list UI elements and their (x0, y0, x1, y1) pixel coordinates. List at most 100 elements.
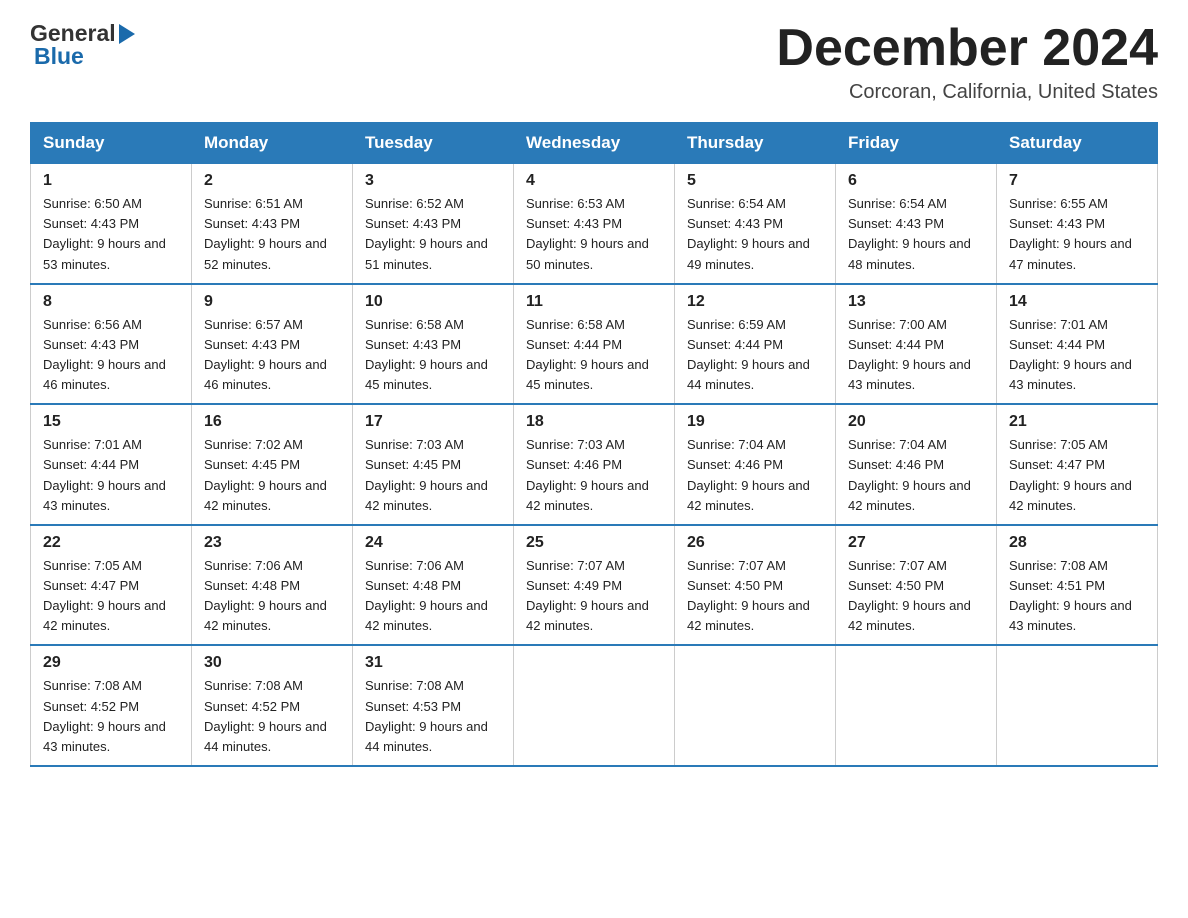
calendar-week-row: 8 Sunrise: 6:56 AMSunset: 4:43 PMDayligh… (31, 284, 1158, 405)
day-info: Sunrise: 7:04 AMSunset: 4:46 PMDaylight:… (687, 435, 823, 516)
day-number: 7 (1009, 172, 1145, 190)
table-row: 8 Sunrise: 6:56 AMSunset: 4:43 PMDayligh… (31, 284, 192, 405)
day-number: 22 (43, 534, 179, 552)
day-info: Sunrise: 7:06 AMSunset: 4:48 PMDaylight:… (365, 556, 501, 637)
table-row: 7 Sunrise: 6:55 AMSunset: 4:43 PMDayligh… (997, 164, 1158, 284)
table-row: 1 Sunrise: 6:50 AMSunset: 4:43 PMDayligh… (31, 164, 192, 284)
table-row: 10 Sunrise: 6:58 AMSunset: 4:43 PMDaylig… (353, 284, 514, 405)
day-info: Sunrise: 7:03 AMSunset: 4:45 PMDaylight:… (365, 435, 501, 516)
day-number: 29 (43, 654, 179, 672)
day-number: 27 (848, 534, 984, 552)
table-row: 24 Sunrise: 7:06 AMSunset: 4:48 PMDaylig… (353, 525, 514, 646)
page-header: General Blue December 2024 Corcoran, Cal… (30, 20, 1158, 104)
day-info: Sunrise: 6:51 AMSunset: 4:43 PMDaylight:… (204, 194, 340, 275)
day-info: Sunrise: 7:08 AMSunset: 4:52 PMDaylight:… (204, 676, 340, 757)
day-number: 26 (687, 534, 823, 552)
month-title: December 2024 (776, 20, 1158, 77)
day-info: Sunrise: 7:03 AMSunset: 4:46 PMDaylight:… (526, 435, 662, 516)
day-number: 13 (848, 293, 984, 311)
table-row: 15 Sunrise: 7:01 AMSunset: 4:44 PMDaylig… (31, 404, 192, 525)
day-number: 4 (526, 172, 662, 190)
day-info: Sunrise: 6:56 AMSunset: 4:43 PMDaylight:… (43, 315, 179, 396)
table-row: 30 Sunrise: 7:08 AMSunset: 4:52 PMDaylig… (192, 645, 353, 766)
day-info: Sunrise: 6:53 AMSunset: 4:43 PMDaylight:… (526, 194, 662, 275)
day-info: Sunrise: 6:59 AMSunset: 4:44 PMDaylight:… (687, 315, 823, 396)
day-info: Sunrise: 7:04 AMSunset: 4:46 PMDaylight:… (848, 435, 984, 516)
day-number: 8 (43, 293, 179, 311)
calendar-week-row: 1 Sunrise: 6:50 AMSunset: 4:43 PMDayligh… (31, 164, 1158, 284)
col-tuesday: Tuesday (353, 123, 514, 164)
table-row: 31 Sunrise: 7:08 AMSunset: 4:53 PMDaylig… (353, 645, 514, 766)
day-number: 23 (204, 534, 340, 552)
table-row: 26 Sunrise: 7:07 AMSunset: 4:50 PMDaylig… (675, 525, 836, 646)
table-row (675, 645, 836, 766)
day-number: 14 (1009, 293, 1145, 311)
table-row: 18 Sunrise: 7:03 AMSunset: 4:46 PMDaylig… (514, 404, 675, 525)
day-number: 18 (526, 413, 662, 431)
table-row: 3 Sunrise: 6:52 AMSunset: 4:43 PMDayligh… (353, 164, 514, 284)
day-info: Sunrise: 7:05 AMSunset: 4:47 PMDaylight:… (43, 556, 179, 637)
table-row: 22 Sunrise: 7:05 AMSunset: 4:47 PMDaylig… (31, 525, 192, 646)
day-number: 1 (43, 172, 179, 190)
col-sunday: Sunday (31, 123, 192, 164)
table-row: 13 Sunrise: 7:00 AMSunset: 4:44 PMDaylig… (836, 284, 997, 405)
calendar-header-row: Sunday Monday Tuesday Wednesday Thursday… (31, 123, 1158, 164)
day-info: Sunrise: 6:55 AMSunset: 4:43 PMDaylight:… (1009, 194, 1145, 275)
logo[interactable]: General Blue (30, 20, 135, 70)
day-info: Sunrise: 6:52 AMSunset: 4:43 PMDaylight:… (365, 194, 501, 275)
day-number: 5 (687, 172, 823, 190)
col-friday: Friday (836, 123, 997, 164)
day-info: Sunrise: 7:07 AMSunset: 4:50 PMDaylight:… (848, 556, 984, 637)
day-number: 20 (848, 413, 984, 431)
table-row: 25 Sunrise: 7:07 AMSunset: 4:49 PMDaylig… (514, 525, 675, 646)
day-number: 16 (204, 413, 340, 431)
day-info: Sunrise: 7:08 AMSunset: 4:52 PMDaylight:… (43, 676, 179, 757)
title-block: December 2024 Corcoran, California, Unit… (776, 20, 1158, 104)
logo-arrow-icon (119, 24, 135, 44)
day-number: 25 (526, 534, 662, 552)
table-row: 9 Sunrise: 6:57 AMSunset: 4:43 PMDayligh… (192, 284, 353, 405)
day-number: 21 (1009, 413, 1145, 431)
table-row: 2 Sunrise: 6:51 AMSunset: 4:43 PMDayligh… (192, 164, 353, 284)
calendar-week-row: 29 Sunrise: 7:08 AMSunset: 4:52 PMDaylig… (31, 645, 1158, 766)
calendar-week-row: 15 Sunrise: 7:01 AMSunset: 4:44 PMDaylig… (31, 404, 1158, 525)
day-number: 17 (365, 413, 501, 431)
col-wednesday: Wednesday (514, 123, 675, 164)
day-number: 9 (204, 293, 340, 311)
day-number: 28 (1009, 534, 1145, 552)
day-info: Sunrise: 6:50 AMSunset: 4:43 PMDaylight:… (43, 194, 179, 275)
day-info: Sunrise: 7:07 AMSunset: 4:49 PMDaylight:… (526, 556, 662, 637)
col-thursday: Thursday (675, 123, 836, 164)
calendar-table: Sunday Monday Tuesday Wednesday Thursday… (30, 122, 1158, 767)
table-row (997, 645, 1158, 766)
day-number: 6 (848, 172, 984, 190)
table-row: 17 Sunrise: 7:03 AMSunset: 4:45 PMDaylig… (353, 404, 514, 525)
day-number: 24 (365, 534, 501, 552)
table-row: 5 Sunrise: 6:54 AMSunset: 4:43 PMDayligh… (675, 164, 836, 284)
table-row: 4 Sunrise: 6:53 AMSunset: 4:43 PMDayligh… (514, 164, 675, 284)
table-row (514, 645, 675, 766)
table-row: 20 Sunrise: 7:04 AMSunset: 4:46 PMDaylig… (836, 404, 997, 525)
day-info: Sunrise: 6:57 AMSunset: 4:43 PMDaylight:… (204, 315, 340, 396)
day-number: 19 (687, 413, 823, 431)
table-row: 11 Sunrise: 6:58 AMSunset: 4:44 PMDaylig… (514, 284, 675, 405)
table-row: 27 Sunrise: 7:07 AMSunset: 4:50 PMDaylig… (836, 525, 997, 646)
day-info: Sunrise: 7:02 AMSunset: 4:45 PMDaylight:… (204, 435, 340, 516)
table-row: 12 Sunrise: 6:59 AMSunset: 4:44 PMDaylig… (675, 284, 836, 405)
day-number: 15 (43, 413, 179, 431)
table-row: 23 Sunrise: 7:06 AMSunset: 4:48 PMDaylig… (192, 525, 353, 646)
col-saturday: Saturday (997, 123, 1158, 164)
day-number: 2 (204, 172, 340, 190)
table-row: 28 Sunrise: 7:08 AMSunset: 4:51 PMDaylig… (997, 525, 1158, 646)
day-number: 12 (687, 293, 823, 311)
day-info: Sunrise: 7:00 AMSunset: 4:44 PMDaylight:… (848, 315, 984, 396)
day-info: Sunrise: 7:05 AMSunset: 4:47 PMDaylight:… (1009, 435, 1145, 516)
table-row: 19 Sunrise: 7:04 AMSunset: 4:46 PMDaylig… (675, 404, 836, 525)
day-info: Sunrise: 7:08 AMSunset: 4:53 PMDaylight:… (365, 676, 501, 757)
col-monday: Monday (192, 123, 353, 164)
day-number: 30 (204, 654, 340, 672)
day-number: 3 (365, 172, 501, 190)
logo-blue-text: Blue (32, 43, 84, 70)
table-row: 14 Sunrise: 7:01 AMSunset: 4:44 PMDaylig… (997, 284, 1158, 405)
day-number: 11 (526, 293, 662, 311)
